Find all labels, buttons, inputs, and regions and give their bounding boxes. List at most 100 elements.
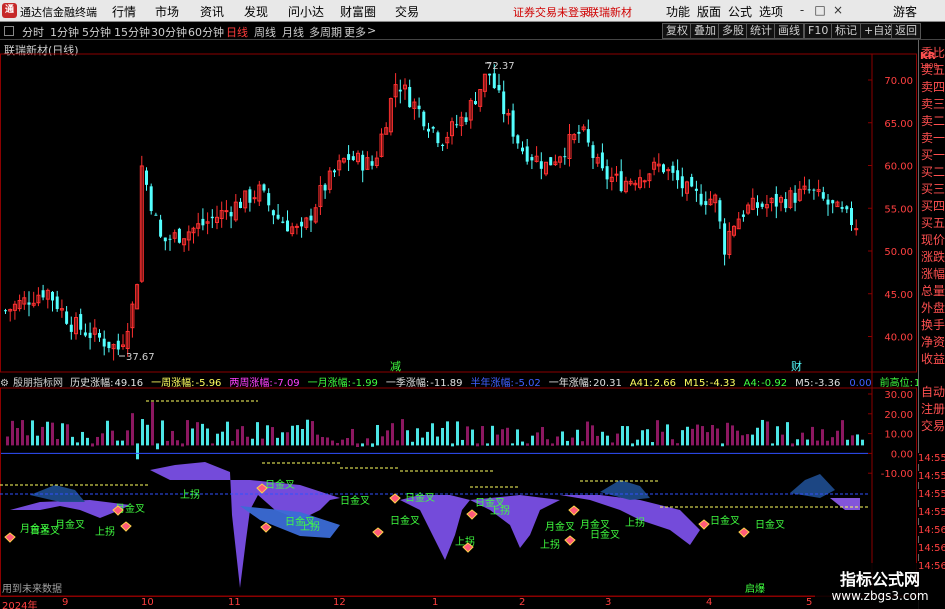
menu-layout[interactable]: 版面 bbox=[697, 3, 721, 20]
candle-body bbox=[361, 154, 365, 171]
period-1min[interactable]: 1分钟 bbox=[50, 24, 79, 40]
quote-field-label[interactable]: 买一 bbox=[921, 148, 945, 163]
panel-toggle-icon[interactable] bbox=[4, 26, 14, 36]
period-more[interactable]: 更多 bbox=[344, 24, 366, 40]
period-weekly[interactable]: 周线 bbox=[254, 24, 276, 40]
quote-field-label[interactable]: 委比 bbox=[921, 46, 945, 61]
candle-body bbox=[756, 202, 759, 208]
menu-function[interactable]: 功能 bbox=[666, 3, 690, 20]
quote-field-label[interactable]: 总量 bbox=[921, 284, 945, 299]
indicator-bar bbox=[851, 435, 854, 446]
side-action-button[interactable]: 注册 bbox=[921, 402, 945, 417]
period-daily[interactable]: 日线 bbox=[226, 24, 248, 40]
period-multi[interactable]: 多周期 bbox=[309, 24, 342, 40]
financial-report-marker[interactable]: 财 bbox=[791, 359, 802, 373]
period-30min[interactable]: 30分钟 bbox=[151, 24, 187, 40]
signal-diamond-icon bbox=[372, 527, 384, 538]
indicator-bar bbox=[66, 424, 69, 446]
quote-field-label[interactable]: 买五 bbox=[921, 216, 945, 231]
indicator-settings-icon[interactable]: ⚙ bbox=[0, 378, 9, 388]
period-monthly[interactable]: 月线 bbox=[282, 24, 304, 40]
mark-button[interactable]: 标记 bbox=[831, 23, 861, 39]
indicator-field: 两周涨幅:-7.09 bbox=[229, 378, 303, 388]
quote-field-label[interactable]: 卖三 bbox=[921, 97, 945, 112]
menu-discover[interactable]: 发现 bbox=[244, 3, 268, 20]
guest-user[interactable]: 游客 bbox=[893, 3, 917, 20]
indicator-area bbox=[10, 500, 130, 518]
quote-field-label[interactable]: 涨跌 bbox=[921, 250, 945, 265]
close-button[interactable]: × bbox=[829, 2, 847, 19]
candle-body bbox=[436, 132, 440, 144]
quote-field-label[interactable]: 卖五 bbox=[921, 63, 945, 78]
multi-stock-button[interactable]: 多股 bbox=[718, 23, 748, 39]
candle-body bbox=[149, 186, 153, 212]
indicator-bar bbox=[11, 420, 14, 446]
adjust-button[interactable]: 复权 bbox=[662, 23, 692, 39]
quote-field-label[interactable]: 卖二 bbox=[921, 114, 945, 129]
candle-body bbox=[591, 145, 595, 158]
indicator-bar bbox=[81, 431, 84, 446]
indicator-name[interactable]: 殷朋指标网 bbox=[13, 378, 63, 388]
candle-body bbox=[262, 184, 266, 191]
overlay-button[interactable]: 叠加 bbox=[690, 23, 720, 39]
indicator-bar bbox=[406, 430, 409, 446]
chevron-right-icon[interactable]: > bbox=[367, 24, 376, 37]
quote-field-label[interactable]: 卖四 bbox=[921, 80, 945, 95]
quote-field-label[interactable]: 涨幅 bbox=[921, 267, 945, 282]
period-60min[interactable]: 60分钟 bbox=[188, 24, 224, 40]
menu-news[interactable]: 资讯 bbox=[200, 3, 224, 20]
price-tick-label: 50.00 bbox=[884, 247, 913, 258]
quote-field-label[interactable]: 卖一 bbox=[921, 131, 945, 146]
signal-label: 上拐 bbox=[180, 488, 200, 501]
quote-field-label[interactable]: 现价 bbox=[921, 233, 945, 248]
indicator-bar bbox=[6, 436, 9, 446]
candle-body bbox=[248, 189, 252, 203]
candle-body bbox=[793, 192, 797, 203]
quote-field-label[interactable]: 净资 bbox=[921, 335, 945, 350]
indicator-bar bbox=[376, 424, 379, 446]
back-button[interactable]: 返回 bbox=[891, 23, 921, 39]
minimize-button[interactable]: - bbox=[793, 2, 811, 19]
indicator-bar bbox=[806, 439, 809, 446]
side-action-button[interactable]: 交易 bbox=[921, 419, 945, 434]
side-action-button[interactable]: 自动 bbox=[921, 385, 945, 400]
maximize-button[interactable]: □ bbox=[811, 2, 829, 19]
candle-body bbox=[27, 302, 31, 305]
f10-button[interactable]: F10 bbox=[804, 23, 833, 39]
menu-ask[interactable]: 问小达 bbox=[288, 3, 324, 20]
menu-trade[interactable]: 交易 bbox=[395, 3, 419, 20]
login-notice[interactable]: 证券交易未登录 bbox=[513, 4, 590, 20]
quote-field-label[interactable]: 买三 bbox=[921, 182, 945, 197]
period-intraday[interactable]: 分时 bbox=[22, 24, 44, 40]
period-5min[interactable]: 5分钟 bbox=[82, 24, 111, 40]
quote-field-label[interactable]: 换手 bbox=[921, 318, 945, 333]
price-tick-label: 70.00 bbox=[884, 76, 913, 87]
indicator-bar bbox=[566, 440, 569, 446]
signal-label: 月金叉 bbox=[545, 520, 575, 533]
draw-line-button[interactable]: 画线 bbox=[774, 23, 804, 39]
menu-wealth[interactable]: 财富圈 bbox=[340, 3, 376, 20]
menu-market[interactable]: 市场 bbox=[155, 3, 179, 20]
chart-area[interactable]: 70.00 65.00 60.00 55.00 50.00 45.00 40.00 72.3… bbox=[0, 40, 918, 596]
indicator-tick-label: 20.00 bbox=[884, 410, 913, 421]
candle-body bbox=[224, 210, 229, 213]
menu-quotes[interactable]: 行情 bbox=[112, 3, 136, 20]
menu-formula[interactable]: 公式 bbox=[728, 3, 752, 20]
x-tick-label: 4 bbox=[706, 597, 713, 608]
quote-field-label[interactable]: 买四 bbox=[921, 199, 945, 214]
quote-field-label[interactable]: 买二 bbox=[921, 165, 945, 180]
app-title: 通达信金融终端 bbox=[20, 6, 97, 19]
quote-field-label[interactable]: 外盘 bbox=[921, 301, 945, 316]
indicator-field-value: 0.00 bbox=[849, 378, 872, 388]
menu-options[interactable]: 选项 bbox=[759, 3, 783, 20]
indicator-bar bbox=[511, 443, 514, 446]
statistics-button[interactable]: 统计 bbox=[746, 23, 776, 39]
signal-label: 日金叉 bbox=[710, 514, 740, 527]
period-15min[interactable]: 15分钟 bbox=[114, 24, 150, 40]
quote-field-label[interactable]: 收益 bbox=[921, 352, 945, 367]
candlestick-series[interactable] bbox=[4, 64, 859, 361]
indicator-bar bbox=[76, 442, 79, 446]
candle-body bbox=[521, 147, 524, 152]
indicator-bar bbox=[731, 425, 734, 446]
candle-body bbox=[699, 193, 703, 205]
